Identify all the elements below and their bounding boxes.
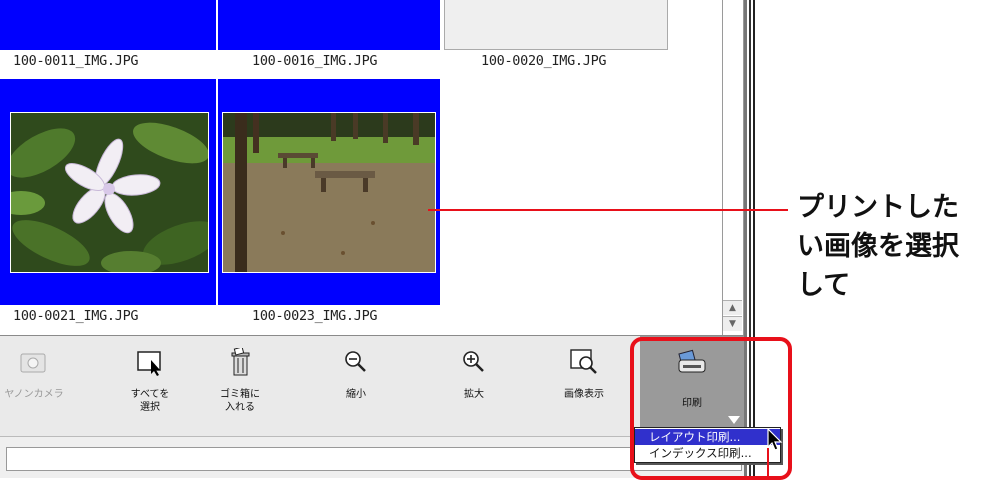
scroll-up-button[interactable]: ▲ [723, 300, 742, 315]
trash-icon [231, 348, 250, 376]
thumbnail-100-0021[interactable] [0, 79, 216, 305]
thumbnail-100-0020[interactable] [444, 0, 668, 50]
camera-button[interactable]: ヤノンカメラ [0, 336, 80, 436]
selection-highlight [218, 0, 440, 50]
arrow-down-icon: ▼ [729, 319, 736, 329]
trash-button[interactable]: ゴミ箱に 入れる [200, 336, 280, 436]
zoom-out-icon [345, 351, 366, 372]
view-image-button[interactable]: 画像表示 [542, 336, 626, 436]
view-image-label: 画像表示 [564, 389, 604, 400]
zoom-out-label: 縮小 [346, 389, 366, 400]
filename-label: 100-0016_IMG.JPG [252, 53, 378, 69]
arrow-up-icon: ▲ [729, 303, 736, 313]
thumbnail-browser: 100-0011_IMG.JPG 100-0016_IMG.JPG 100-00… [0, 0, 722, 335]
filename-label: 100-0021_IMG.JPG [13, 308, 139, 324]
annotation-line [767, 448, 769, 478]
select-all-label: すべてを 選択 [130, 389, 170, 413]
flower-photo [11, 113, 208, 272]
scroll-down-button[interactable]: ▼ [723, 316, 742, 331]
thumbnail-photo [10, 112, 209, 273]
thumbnail-frame [444, 0, 668, 50]
zoom-in-icon [463, 351, 484, 372]
vertical-scrollbar[interactable] [722, 0, 744, 335]
zoom-in-label: 拡大 [464, 389, 484, 400]
zoom-in-button[interactable]: 拡大 [434, 336, 514, 436]
filename-label: 100-0011_IMG.JPG [13, 53, 139, 69]
camera-icon [20, 353, 46, 373]
selection-highlight [0, 0, 216, 50]
zoom-out-button[interactable]: 縮小 [316, 336, 396, 436]
thumbnail-100-0023[interactable] [218, 79, 440, 305]
park-bench-photo [223, 113, 435, 272]
select-all-icon [137, 351, 161, 376]
trash-label: ゴミ箱に 入れる [220, 389, 260, 413]
filename-label: 100-0023_IMG.JPG [252, 308, 378, 324]
camera-label: ヤノンカメラ [4, 389, 64, 400]
thumbnail-100-0016[interactable] [218, 0, 440, 50]
annotation-callout-line [428, 209, 788, 211]
select-all-button[interactable]: すべてを 選択 [110, 336, 190, 436]
thumbnail-100-0011[interactable] [0, 0, 216, 50]
view-image-icon [570, 349, 597, 374]
annotation-callout-text: プリントしたい画像を選択して [797, 192, 959, 301]
filename-label: 100-0020_IMG.JPG [481, 53, 607, 69]
thumbnail-photo [222, 112, 436, 273]
